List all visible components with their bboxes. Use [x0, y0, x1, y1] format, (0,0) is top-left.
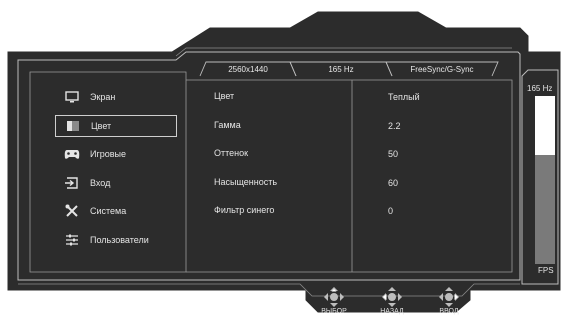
- setting-row-gamma[interactable]: Гамма: [214, 115, 504, 135]
- setting-row-hue[interactable]: Оттенок: [214, 143, 504, 163]
- dpad-icon: [439, 287, 459, 307]
- menu-item-users[interactable]: Пользователи: [55, 229, 177, 251]
- setting-value: 50: [388, 149, 399, 159]
- setting-row-saturation[interactable]: Насыщенность: [214, 172, 504, 192]
- setting-name: Фильтр синего: [214, 205, 275, 215]
- setting-row-blue-filter[interactable]: Фильтр синего: [214, 200, 504, 220]
- input-icon: [64, 176, 80, 190]
- menu-item-label: Игровые: [90, 149, 127, 159]
- dpad-icon: [324, 287, 344, 307]
- dpad-icon: [382, 287, 402, 307]
- hint-label: НАЗАД: [380, 308, 404, 315]
- fps-meter-track: [535, 96, 555, 264]
- menu-item-label: Цвет: [91, 121, 112, 131]
- hint-back: НАЗАД: [372, 287, 412, 315]
- menu-item-label: Система: [90, 206, 127, 216]
- setting-name: Насыщенность: [214, 177, 278, 187]
- setting-value: Теплый: [388, 92, 420, 102]
- tools-icon: [64, 204, 80, 218]
- setting-value: 2.2: [388, 121, 401, 131]
- fps-top-label: 165 Hz: [527, 84, 553, 93]
- menu-item-screen[interactable]: Экран: [55, 86, 177, 108]
- menu-item-label: Пользователи: [90, 235, 149, 245]
- menu-item-color[interactable]: Цвет: [55, 115, 177, 137]
- setting-name: Оттенок: [214, 148, 249, 158]
- setting-value: 0: [388, 206, 394, 216]
- setting-name: Цвет: [214, 91, 235, 101]
- menu-item-label: Вход: [90, 178, 111, 188]
- sliders-icon: [64, 233, 80, 247]
- menu-item-gaming[interactable]: Игровые: [55, 143, 177, 165]
- monitor-icon: [64, 90, 80, 104]
- hint-label: ВВОД: [439, 308, 459, 315]
- setting-name: Гамма: [214, 120, 241, 130]
- tab-refresh-rate: 165 Hz: [328, 64, 354, 74]
- menu-item-system[interactable]: Система: [55, 200, 177, 222]
- setting-value: 60: [388, 178, 399, 188]
- hint-label: ВЫБОР: [321, 308, 347, 315]
- tab-sync: FreeSync/G-Sync: [410, 64, 474, 74]
- hint-enter: ВВОД: [429, 287, 469, 315]
- setting-row-color[interactable]: Цвет: [214, 86, 504, 106]
- hint-select: ВЫБОР: [314, 287, 354, 315]
- fps-bottom-label: FPS: [538, 266, 554, 275]
- tab-resolution: 2560x1440: [228, 64, 268, 74]
- fps-meter-fill: [535, 154, 555, 264]
- color-icon: [65, 119, 81, 133]
- menu-item-input[interactable]: Вход: [55, 172, 177, 194]
- gamepad-icon: [64, 147, 80, 161]
- menu-item-label: Экран: [90, 92, 116, 102]
